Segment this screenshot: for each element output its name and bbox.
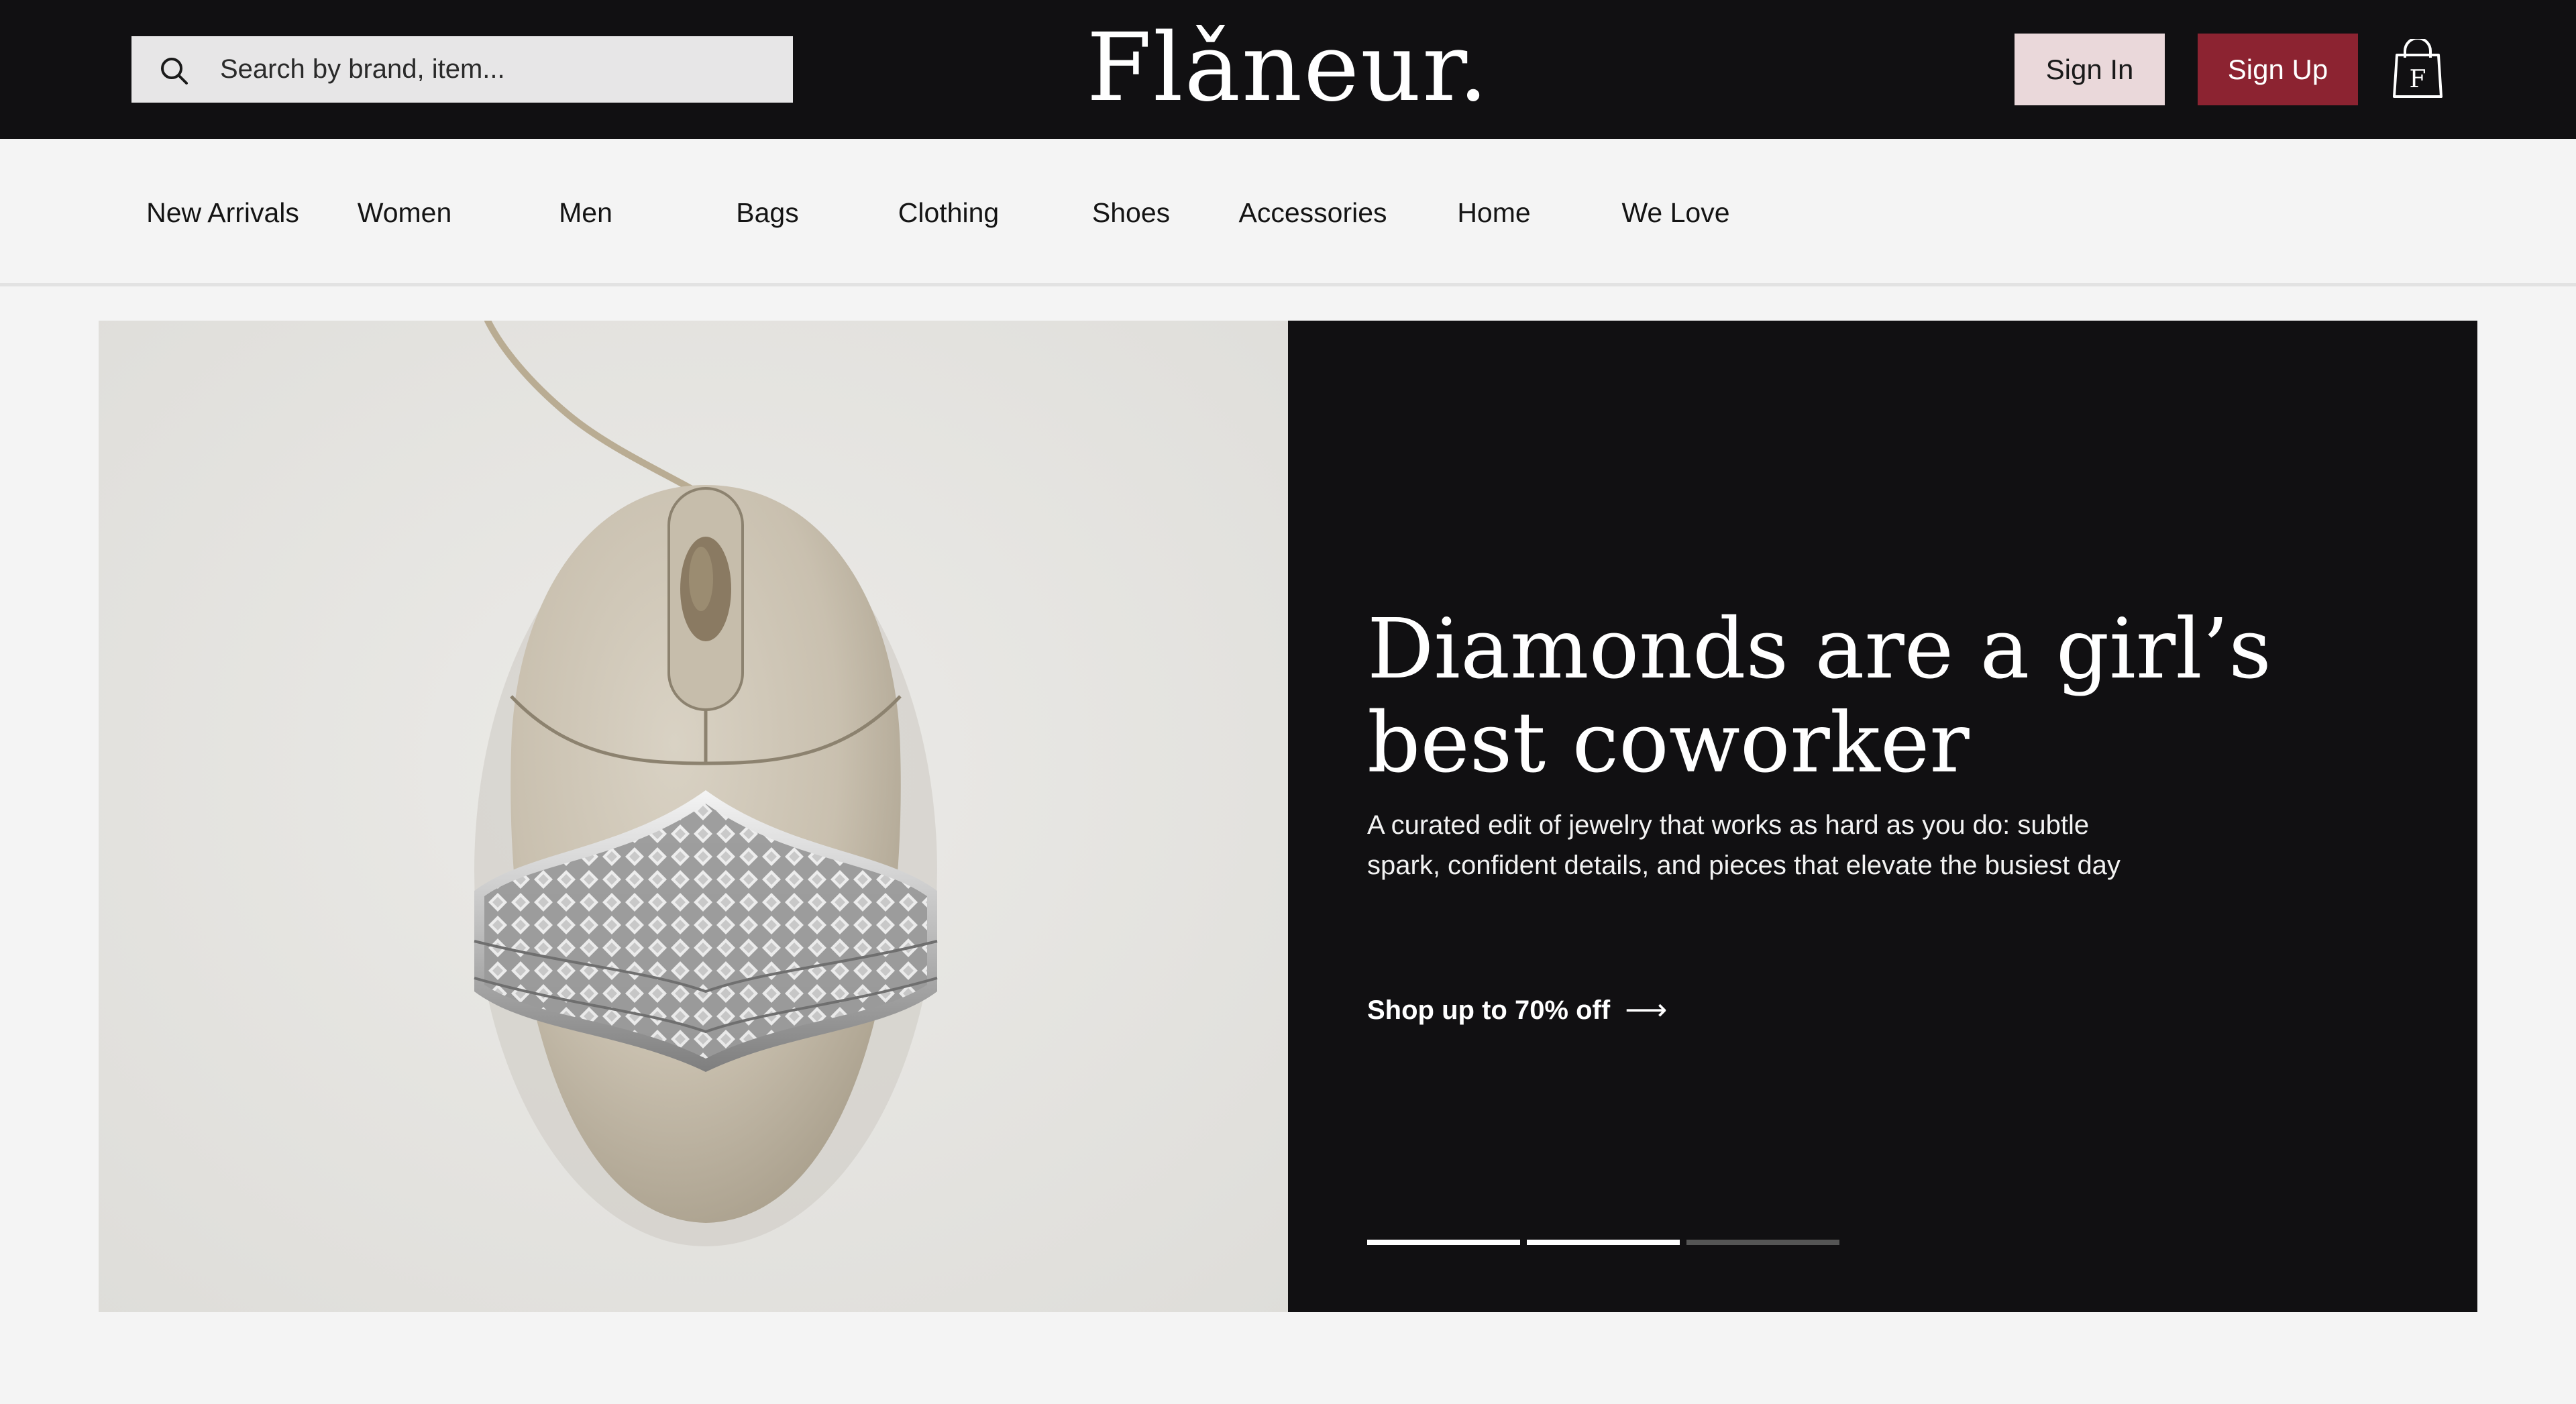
shopping-bag-icon[interactable]: F [2390,39,2445,99]
nav-item-home[interactable]: Home [1457,139,1530,286]
hero-title: Diamonds are a girl’s best coworker [1367,601,2271,792]
sign-up-button[interactable]: Sign Up [2198,34,2358,105]
arrow-right-icon: ⟶ [1625,993,1668,1026]
search-bar[interactable] [131,36,793,103]
brand-logo[interactable]: Flǎneur. [1020,15,1556,122]
carousel-dot-2[interactable] [1527,1240,1680,1245]
nav-item-bags[interactable]: Bags [736,139,798,286]
nav-item-we-love[interactable]: We Love [1621,139,1729,286]
hero-description: A curated edit of jewelry that works as … [1367,810,2121,880]
nav-item-accessories[interactable]: Accessories [1238,139,1387,286]
nav-item-women[interactable]: Women [358,139,452,286]
carousel-dot-3[interactable] [1686,1240,1839,1245]
hero-image [99,321,1288,1312]
nav-item-clothing[interactable]: Clothing [898,139,999,286]
search-input[interactable] [220,36,770,103]
nav-item-shoes[interactable]: Shoes [1092,139,1170,286]
top-header: Flǎneur. Sign In Sign Up F [0,0,2576,139]
shop-sale-label: Shop up to 70% off [1367,995,1611,1025]
shop-sale-link[interactable]: Shop up to 70% off ⟶ [1367,990,1667,1030]
search-icon[interactable] [158,55,191,87]
shopping-bag-letter: F [2410,66,2426,93]
hero-panel: Diamonds are a girl’s best coworker A cu… [1288,321,2477,1312]
carousel-dot-1[interactable] [1367,1240,1520,1245]
nav-item-new-arrivals[interactable]: New Arrivals [146,139,299,286]
nav-item-men[interactable]: Men [559,139,612,286]
mouse-with-ring-illustration [99,321,1288,1312]
category-nav: New Arrivals Women Men Bags Clothing Sho… [0,139,2576,286]
sign-in-button[interactable]: Sign In [2015,34,2165,105]
